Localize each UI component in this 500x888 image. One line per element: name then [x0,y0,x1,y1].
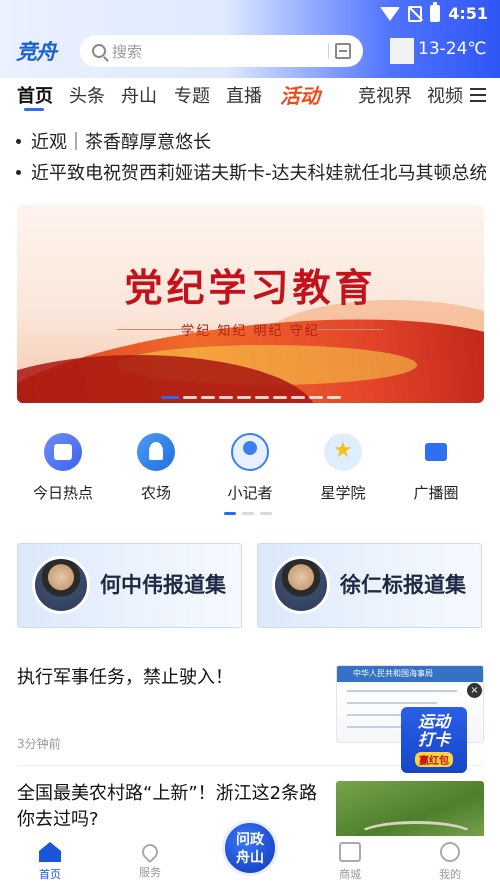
pagination-dot [200,396,215,399]
pagination-dot [254,396,269,399]
calendar-icon [44,433,82,471]
profile-icon [440,842,460,862]
pagination-dot [160,396,179,399]
pagination-dot [308,396,323,399]
pagination-dot [236,396,251,399]
quick-links: 今日热点 农场 小记者 星学院 广播圈 [0,430,500,510]
radio-icon [417,433,455,471]
wenzheng-button[interactable]: 问政 舟山 [222,820,278,876]
pagination-dot [242,512,254,515]
reporter-card[interactable]: 徐仁标报道集 [257,543,482,628]
home-icon [39,842,61,862]
bullet-icon [16,138,21,144]
news-title: 全国最美农村路“上新”！浙江这2条路你去过吗? [17,783,318,830]
pagination-dot [224,512,236,515]
plant-icon [137,433,175,471]
tab-zhoushan[interactable]: 舟山 [121,82,157,108]
avatar [32,556,90,614]
pagination-dot [290,396,305,399]
thumbnail-line [347,702,437,704]
nav-mall[interactable]: 商城 [320,842,380,882]
bullet-icon [16,169,21,175]
star-icon [324,433,362,471]
pagination-dot [218,396,233,399]
weather-temperature[interactable]: 13-24℃ [418,39,487,59]
quick-link-reporter[interactable]: 小记者 [205,430,295,503]
scan-icon[interactable] [335,43,351,59]
nav-mine[interactable]: 我的 [420,842,480,882]
status-bar: 4:51 [0,0,500,28]
banner-title: 党纪学习教育 [124,265,377,310]
quick-link-radio[interactable]: 广播圈 [391,430,481,503]
search-input[interactable]: 搜索 [112,41,142,62]
tab-headlines[interactable]: 头条 [69,82,105,108]
tab-topics[interactable]: 专题 [174,82,210,108]
status-time: 4:51 [448,4,488,23]
tab-live[interactable]: 直播 [226,82,262,108]
nav-service[interactable]: 服务 [120,840,180,880]
thumbnail-header: 中华人民共和国海事局 [337,666,483,682]
thumbnail-line [347,690,457,692]
battery-icon [430,2,441,22]
pagination-dot [182,396,197,399]
tab-activity[interactable]: 活动 [280,80,320,109]
pagination-dot [260,512,272,515]
sim-icon [408,5,423,22]
activity-float-badge[interactable]: 运动 打卡 赢红包 [401,707,467,773]
nav-home[interactable]: 首页 [20,842,80,882]
wifi-icon [380,6,401,21]
close-icon[interactable]: × [467,683,482,698]
pagination-dot [272,396,287,399]
quick-link-hot[interactable]: 今日热点 [18,430,108,503]
tab-active-indicator [24,108,44,111]
divider [328,43,329,59]
reporter-icon [231,433,269,471]
app-logo[interactable]: 竞舟 [16,36,57,66]
news-time: 3分钟前 [17,737,61,751]
headline-item[interactable]: 近观｜茶香醇厚意悠长 [16,128,486,154]
quick-links-pagination [224,512,272,515]
quick-link-farm[interactable]: 农场 [111,430,201,503]
menu-icon[interactable] [470,88,486,102]
search-bar[interactable]: 搜索 [80,35,363,67]
tab-jingshijie[interactable]: 竞视界 [358,82,412,108]
search-icon [92,44,106,58]
quick-link-star-academy[interactable]: 星学院 [298,430,388,503]
shopping-bag-icon [339,842,361,862]
news-title: 执行军事任务，禁止驶入！ [17,667,233,688]
weather-icon[interactable] [390,38,414,64]
avatar [272,556,330,614]
reporter-card[interactable]: 何中伟报道集 [17,543,242,628]
banner-pagination [17,396,484,399]
channel-tabs: 首页 头条 舟山 专题 直播 竞视界 视频 [0,80,500,112]
headline-item[interactable]: 近平致电祝贺西莉娅诺夫斯卡-达夫科娃就任北马其顿总统 [16,159,486,185]
heart-icon [138,840,162,864]
tab-video[interactable]: 视频 [427,82,463,108]
tab-home[interactable]: 首页 [17,82,53,108]
banner-subtitle: 学纪 知纪 明纪 守纪 [181,324,320,339]
pagination-dot [326,396,341,399]
banner-carousel[interactable]: 党纪学习教育 学纪 知纪 明纪 守纪 [17,205,484,403]
